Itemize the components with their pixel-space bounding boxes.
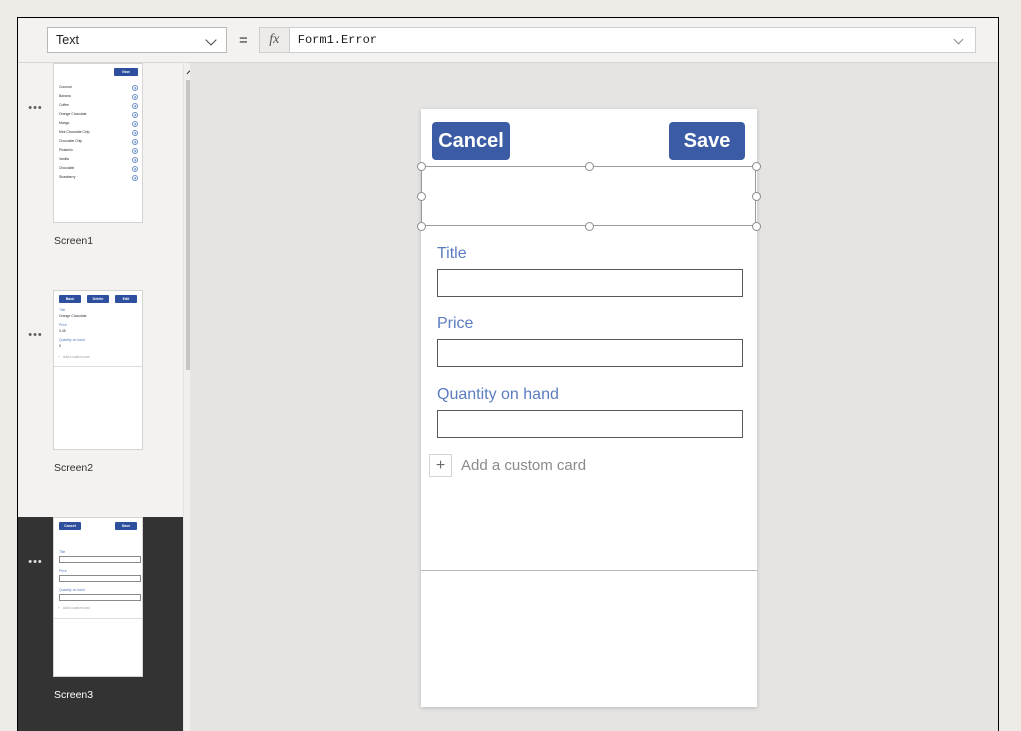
formula-input-value: Form1.Error xyxy=(297,33,377,47)
property-select-value: Text xyxy=(56,33,79,47)
save-button[interactable]: Save xyxy=(669,122,745,160)
screen-row[interactable]: ••• New Coconut Banana Coffee Orange Cho… xyxy=(18,63,190,290)
design-canvas[interactable]: Cancel Save Title Price Quantity on hand… xyxy=(190,63,998,731)
field-quantity: Quantity on hand xyxy=(437,386,743,438)
screen3-thumbnail[interactable]: Cancel Save Title Price Quantity on hand… xyxy=(53,517,143,677)
thumb-list-item: Coffee xyxy=(59,103,69,107)
thumb-list-item: Chocolate Chip xyxy=(59,139,83,143)
more-options-icon: ••• xyxy=(28,556,43,568)
screen-label: Screen1 xyxy=(54,235,94,247)
field-quantity-input[interactable] xyxy=(437,410,743,438)
formula-bar: Text = fx Form1.Error xyxy=(18,18,998,63)
add-custom-card-label: Add a custom card xyxy=(461,457,587,474)
thumb-save-button: Save xyxy=(115,522,137,530)
thumb-list-item: Mint Chocolate Chip xyxy=(59,130,90,134)
plus-icon[interactable]: + xyxy=(429,454,452,477)
thumb-list-item: Chocolate xyxy=(59,166,75,170)
fx-icon: fx xyxy=(258,27,289,53)
thumb-field-input xyxy=(59,556,141,563)
thumb-field-label: Price xyxy=(59,569,67,573)
thumb-list-item: Pistachio xyxy=(59,148,73,152)
chevron-down-icon xyxy=(205,33,219,47)
chevron-right-icon xyxy=(132,148,138,154)
thumb-field-label: Title xyxy=(59,308,66,312)
selection-bounding-box xyxy=(417,162,761,231)
thumb-field-value: 5 xyxy=(59,344,61,348)
thumb-field-value: Orange Chocolate xyxy=(59,314,87,318)
screen-row-selected[interactable]: ••• Cancel Save Title Price Quantity on … xyxy=(18,517,190,731)
chevron-right-icon xyxy=(132,157,138,163)
chevron-right-icon xyxy=(132,103,138,109)
selection-handle-middle-right[interactable] xyxy=(752,192,761,201)
chevron-right-icon xyxy=(132,175,138,181)
selection-handle-bottom-right[interactable] xyxy=(752,222,761,231)
chevron-right-icon xyxy=(132,139,138,145)
field-title-input[interactable] xyxy=(437,269,743,297)
fx-label: fx xyxy=(269,32,280,47)
chevron-right-icon xyxy=(132,121,138,127)
thumb-field-label: Quantity on hand xyxy=(59,588,85,592)
app-screen-preview[interactable]: Cancel Save Title Price Quantity on hand… xyxy=(417,109,761,707)
more-options-icon: ••• xyxy=(28,102,43,114)
screen2-context-menu[interactable]: ••• xyxy=(18,290,53,341)
thumb-add-card-plus-icon: + xyxy=(58,355,60,359)
chevron-right-icon xyxy=(132,85,138,91)
chevron-right-icon xyxy=(132,130,138,136)
edit-form[interactable]: Cancel Save Title Price Quantity on hand… xyxy=(417,109,761,571)
thumb-list-item: Coconut xyxy=(59,85,72,89)
selection-handle-top-left[interactable] xyxy=(417,162,426,171)
thumb-divider xyxy=(54,618,142,619)
thumb-field-label: Quantity on hand xyxy=(59,338,85,342)
thumb-list-item: Strawberry xyxy=(59,175,76,179)
screen3-context-menu[interactable]: ••• xyxy=(18,517,53,568)
screens-pane: ••• New Coconut Banana Coffee Orange Cho… xyxy=(18,63,190,731)
field-price: Price xyxy=(437,315,743,367)
add-custom-card-row[interactable]: + Add a custom card xyxy=(429,454,586,477)
field-price-input[interactable] xyxy=(437,339,743,367)
formula-input[interactable]: Form1.Error xyxy=(288,27,976,53)
equals-sign: = xyxy=(239,31,248,49)
thumb-edit-button: Edit xyxy=(115,295,137,303)
screen2-thumbnail[interactable]: Back Delete Edit Title Orange Chocolate … xyxy=(53,290,143,450)
thumb-list-item: Mango xyxy=(59,121,70,125)
cancel-button[interactable]: Cancel xyxy=(432,122,510,160)
chevron-right-icon xyxy=(132,94,138,100)
selection-handle-middle-left[interactable] xyxy=(417,192,426,201)
chevron-right-icon xyxy=(132,166,138,172)
thumb-list-item: Vanilla xyxy=(59,157,69,161)
screen1-thumbnail[interactable]: New Coconut Banana Coffee Orange Chocola… xyxy=(53,63,143,223)
thumb-list-item: Banana xyxy=(59,94,71,98)
thumb-field-input xyxy=(59,594,141,601)
selection-handle-top-right[interactable] xyxy=(752,162,761,171)
power-apps-window: Text = fx Form1.Error ••• New Coconut Ba… xyxy=(17,17,999,731)
thumb-list-item: Orange Chocolate xyxy=(59,112,87,116)
screen-row[interactable]: ••• Back Delete Edit Title Orange Chocol… xyxy=(18,290,190,517)
thumb-field-input xyxy=(59,575,141,582)
thumb-add-card-label: Add a custom card xyxy=(63,606,90,610)
thumb-cancel-button: Cancel xyxy=(59,522,81,530)
thumb-field-label: Price xyxy=(59,323,67,327)
thumb-new-button: New xyxy=(114,68,138,76)
selection-handle-bottom-center[interactable] xyxy=(585,222,594,231)
screen-label: Screen3 xyxy=(54,689,94,701)
thumb-delete-button: Delete xyxy=(87,295,109,303)
screen1-context-menu[interactable]: ••• xyxy=(18,63,53,114)
field-price-label: Price xyxy=(437,315,474,332)
thumb-add-card-label: Add a custom card xyxy=(63,355,90,359)
chevron-right-icon xyxy=(132,112,138,118)
thumb-field-label: Title xyxy=(59,550,66,554)
formula-expand-chevron-icon[interactable] xyxy=(953,33,967,47)
thumb-add-card-plus-icon: + xyxy=(58,606,60,610)
selection-handle-bottom-left[interactable] xyxy=(417,222,426,231)
property-select[interactable]: Text xyxy=(47,27,227,53)
field-title-label: Title xyxy=(437,245,467,262)
screen-label: Screen2 xyxy=(54,462,94,474)
thumb-divider xyxy=(54,366,142,367)
thumb-back-button: Back xyxy=(59,295,81,303)
selection-handle-top-center[interactable] xyxy=(585,162,594,171)
more-options-icon: ••• xyxy=(28,329,43,341)
field-quantity-label: Quantity on hand xyxy=(437,386,559,403)
field-title: Title xyxy=(437,245,743,297)
thumb-field-value: 3.45 xyxy=(59,329,66,333)
